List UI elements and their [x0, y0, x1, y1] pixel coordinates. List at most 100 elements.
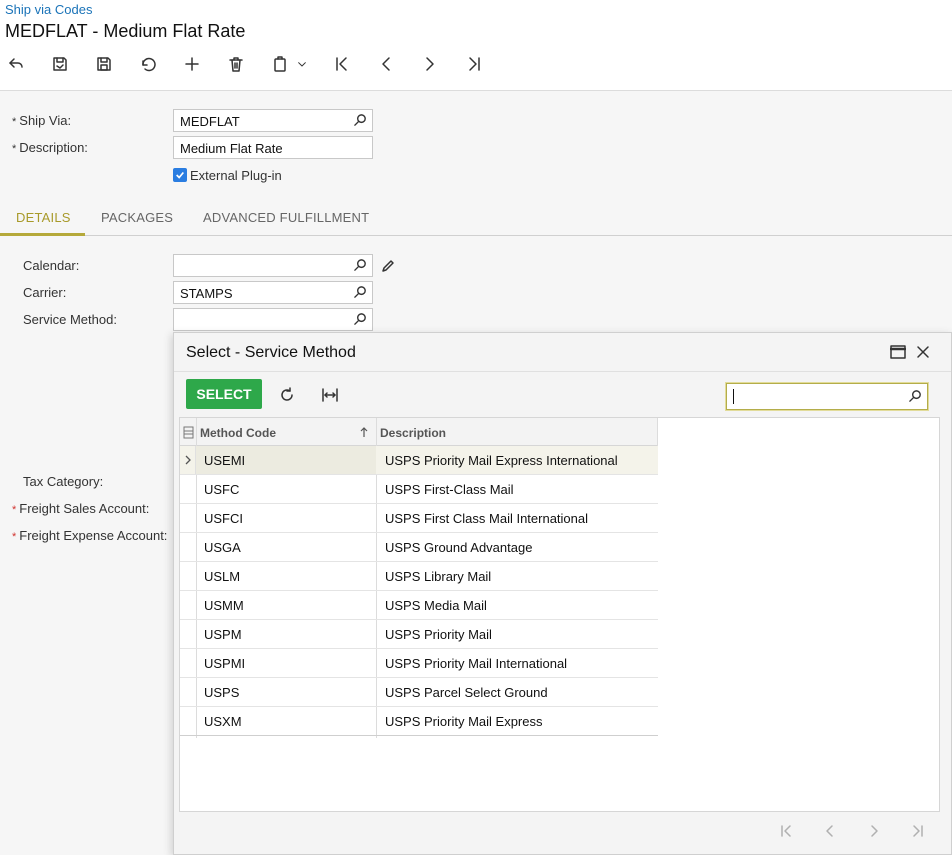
undo-icon — [142, 57, 156, 72]
description-label: * Description: — [12, 140, 88, 155]
freight-sales-account-label: * Freight Sales Account: — [12, 501, 150, 516]
description-cell[interactable]: USPS Parcel Select Ground — [385, 685, 548, 700]
pager-last-button[interactable] — [907, 821, 929, 841]
description-cell[interactable]: USPS Priority Mail International — [385, 656, 567, 671]
service-method-grid: Method Code Description USEMI USPS Prior… — [179, 417, 940, 812]
dialog-title: Select - Service Method — [186, 344, 356, 361]
delete-button[interactable] — [224, 52, 248, 76]
search-icon[interactable] — [353, 285, 368, 300]
table-row[interactable]: USPM USPS Priority Mail — [180, 620, 658, 649]
back-button[interactable] — [4, 52, 28, 76]
pager-first-button[interactable] — [775, 821, 797, 841]
tab-advanced-fulfillment[interactable]: ADVANCED FULFILLMENT — [203, 210, 369, 225]
table-row[interactable]: USEMI USPS Priority Mail Express Interna… — [180, 446, 658, 475]
column-header-description[interactable]: Description — [376, 418, 658, 446]
save-and-close-button[interactable] — [48, 52, 72, 76]
maximize-icon[interactable] — [890, 345, 906, 359]
first-record-button[interactable] — [330, 52, 354, 76]
description-cell[interactable]: USPS Priority Mail — [385, 627, 492, 642]
table-row[interactable]: USPS USPS Parcel Select Ground — [180, 678, 658, 707]
table-row[interactable]: USGA USPS Ground Advantage — [180, 533, 658, 562]
first-icon — [336, 57, 347, 71]
last-record-button[interactable] — [462, 52, 486, 76]
last-icon — [469, 57, 480, 71]
method-code-cell[interactable]: USPS — [204, 685, 239, 700]
copy-paste-button[interactable] — [268, 52, 292, 76]
row-selector[interactable] — [180, 446, 196, 474]
search-icon[interactable] — [353, 258, 368, 273]
row-selector-header-icon[interactable] — [183, 426, 194, 439]
save-icon — [97, 57, 111, 71]
back-arrow-icon — [9, 58, 23, 68]
method-code-cell[interactable]: USXM — [204, 714, 242, 729]
carrier-field[interactable]: STAMPS — [173, 281, 373, 304]
method-code-cell[interactable]: USMM — [204, 598, 244, 613]
table-row[interactable]: USMM USPS Media Mail — [180, 591, 658, 620]
tab-packages[interactable]: PACKAGES — [101, 210, 173, 225]
column-header-method-code[interactable]: Method Code — [196, 418, 376, 446]
table-row[interactable]: USFC USPS First-Class Mail — [180, 475, 658, 504]
method-code-cell[interactable]: USFCI — [204, 511, 243, 526]
description-cell[interactable]: USPS Media Mail — [385, 598, 487, 613]
select-service-method-dialog: Select - Service Method SELECT Method Co… — [173, 332, 952, 855]
calendar-field[interactable] — [173, 254, 373, 277]
trash-icon — [229, 57, 243, 72]
chevron-right-icon — [426, 57, 434, 71]
method-code-cell[interactable]: USPMI — [204, 656, 245, 671]
method-code-cell[interactable]: USFC — [204, 482, 239, 497]
pager-next-button[interactable] — [863, 821, 885, 841]
cancel-button[interactable] — [136, 52, 160, 76]
next-record-button[interactable] — [418, 52, 442, 76]
description-cell[interactable]: USPS First-Class Mail — [385, 482, 514, 497]
ship-via-label: * Ship Via: — [12, 113, 72, 128]
description-cell[interactable]: USPS Priority Mail Express International — [385, 453, 618, 468]
table-row[interactable]: USLM USPS Library Mail — [180, 562, 658, 591]
ship-via-field[interactable]: MEDFLAT — [173, 109, 373, 132]
service-method-label: Service Method: — [23, 312, 117, 327]
search-icon[interactable] — [908, 389, 923, 404]
fit-to-screen-icon[interactable] — [321, 386, 339, 404]
breadcrumb[interactable]: Ship via Codes — [5, 2, 92, 17]
first-page-icon — [781, 825, 791, 837]
tax-category-label: Tax Category: — [23, 474, 104, 489]
table-row[interactable]: USXM USPS Priority Mail Express — [180, 707, 658, 736]
pager-previous-button[interactable] — [819, 821, 841, 841]
description-cell[interactable]: USPS Ground Advantage — [385, 540, 532, 555]
description-field[interactable]: Medium Flat Rate — [173, 136, 373, 159]
active-tab-indicator — [0, 233, 85, 236]
tab-details[interactable]: DETAILS — [16, 210, 71, 225]
description-cell[interactable]: USPS Priority Mail Express — [385, 714, 542, 729]
close-icon[interactable] — [916, 345, 930, 359]
select-button[interactable]: SELECT — [186, 379, 262, 409]
refresh-icon[interactable] — [278, 386, 296, 404]
previous-record-button[interactable] — [374, 52, 398, 76]
method-code-cell[interactable]: USPM — [204, 627, 242, 642]
description-value: Medium Flat Rate — [180, 141, 283, 156]
copy-paste-dropdown[interactable] — [292, 52, 312, 76]
method-code-cell[interactable]: USGA — [204, 540, 241, 555]
clipboard-icon — [274, 56, 286, 72]
chevron-right-icon — [185, 455, 191, 465]
pencil-icon[interactable] — [381, 259, 395, 273]
search-icon[interactable] — [353, 312, 368, 327]
method-code-cell[interactable]: USEMI — [204, 453, 245, 468]
grid-header: Method Code Description — [180, 418, 658, 446]
add-new-button[interactable] — [180, 52, 204, 76]
chevron-left-icon — [382, 57, 390, 71]
table-row[interactable]: USPMI USPS Priority Mail International — [180, 649, 658, 678]
ship-via-value: MEDFLAT — [180, 114, 240, 129]
description-cell[interactable]: USPS First Class Mail International — [385, 511, 588, 526]
external-plugin-checkbox[interactable] — [173, 168, 187, 182]
save-button[interactable] — [92, 52, 116, 76]
column-divider — [657, 418, 658, 446]
sort-ascending-icon — [360, 427, 368, 437]
checkmark-icon — [176, 171, 184, 179]
description-cell[interactable]: USPS Library Mail — [385, 569, 491, 584]
dialog-search-input[interactable] — [726, 383, 928, 410]
service-method-field[interactable] — [173, 308, 373, 331]
search-icon[interactable] — [353, 113, 368, 128]
table-row[interactable]: USFCI USPS First Class Mail Internationa… — [180, 504, 658, 533]
tabs-divider — [0, 235, 952, 236]
freight-expense-account-label: * Freight Expense Account: — [12, 528, 168, 543]
method-code-cell[interactable]: USLM — [204, 569, 240, 584]
